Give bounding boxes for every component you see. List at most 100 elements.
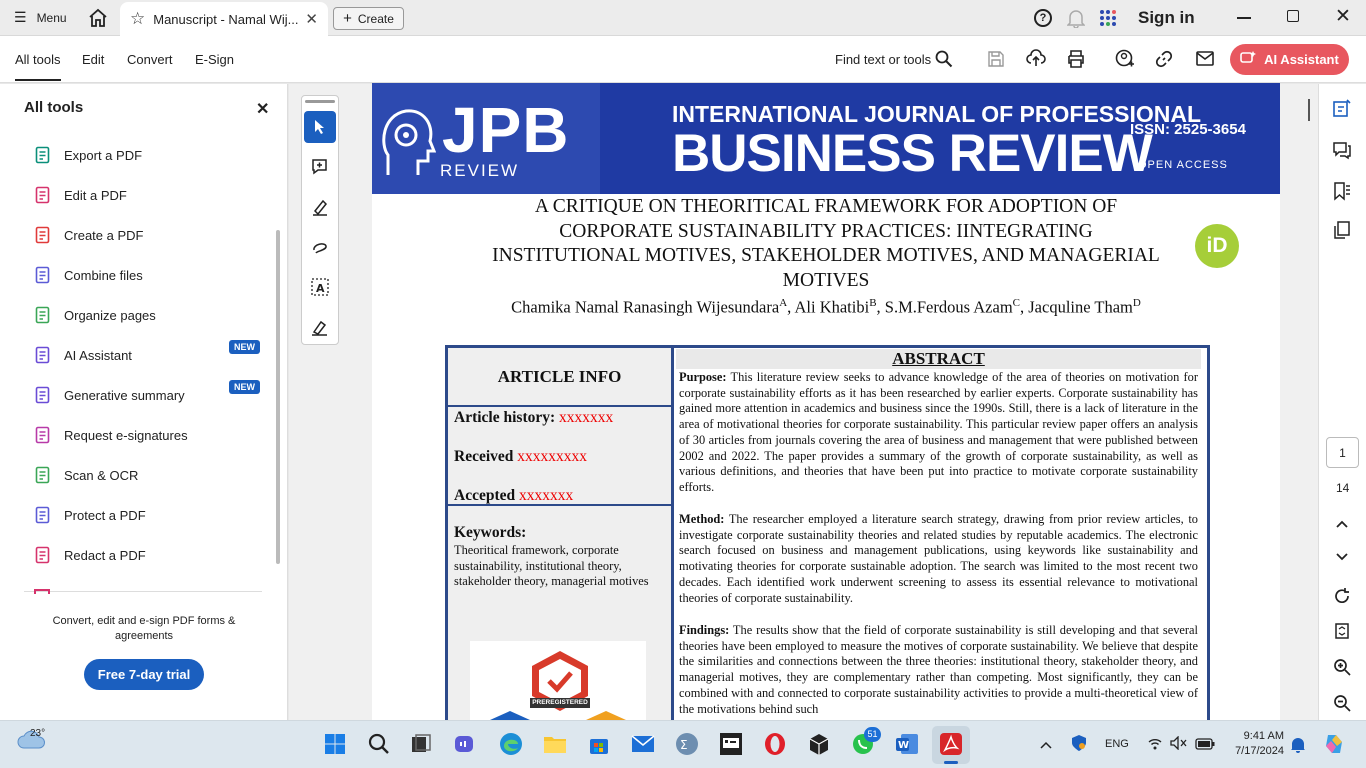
app-box-icon[interactable] — [806, 731, 832, 757]
sign-in-button[interactable]: Sign in — [1138, 8, 1195, 28]
preregistered-badge: PREREGISTERED — [470, 641, 646, 720]
edit-document-icon[interactable] — [1330, 96, 1354, 120]
zoom-in-icon[interactable] — [1330, 655, 1354, 679]
generative-summary-icon — [34, 386, 52, 404]
highlight-pen-icon[interactable] — [304, 191, 336, 223]
tool-item-combine-files[interactable]: Combine files — [34, 265, 143, 285]
create-button[interactable]: + Create — [333, 7, 404, 30]
tool-item-create-a-pdf[interactable]: Create a PDF — [34, 225, 143, 245]
tool-label: Protect a PDF — [64, 507, 146, 523]
tool-item-export-a-pdf[interactable]: Export a PDF — [34, 145, 142, 165]
tool-item-generative-summary[interactable]: Generative summary — [34, 385, 185, 405]
article-history: Article history: xxxxxxx — [454, 409, 614, 426]
ai-assistant-button[interactable]: AI Assistant — [1230, 44, 1349, 75]
file-explorer-icon[interactable] — [542, 731, 568, 757]
link-icon[interactable] — [1155, 50, 1173, 73]
acrobat-icon[interactable] — [938, 731, 964, 757]
whatsapp-badge: 51 — [864, 727, 881, 742]
help-icon[interactable]: ? — [1034, 9, 1052, 27]
tool-item-request-e-signatures[interactable]: Request e-signatures — [34, 425, 188, 445]
abstract-method: Method: The researcher employed a litera… — [679, 512, 1198, 605]
language-indicator[interactable]: ENG — [1105, 738, 1129, 750]
page-number-input[interactable]: 1 — [1326, 437, 1359, 468]
menu-convert[interactable]: Convert — [127, 52, 173, 67]
bookmarks-icon[interactable] — [1330, 179, 1354, 203]
fit-page-icon[interactable] — [1330, 619, 1354, 643]
calculator-app-icon[interactable]: Σ — [674, 731, 700, 757]
volume-muted-icon[interactable] — [1170, 735, 1188, 755]
notification-center-bell-icon[interactable] — [1290, 736, 1306, 758]
windows-start-icon[interactable] — [322, 731, 348, 757]
email-icon[interactable] — [1196, 51, 1214, 71]
tool-label: Organize pages — [64, 307, 156, 323]
save-icon[interactable] — [987, 50, 1005, 73]
print-icon[interactable] — [1066, 50, 1086, 73]
minimize-icon[interactable] — [1237, 17, 1251, 19]
tool-label: Edit a PDF — [64, 187, 127, 203]
battery-icon[interactable] — [1195, 737, 1215, 755]
document-scrollbar[interactable] — [1308, 99, 1310, 121]
draw-freeform-icon[interactable] — [304, 231, 336, 263]
close-window-icon[interactable]: ✕ — [1335, 5, 1351, 28]
mail-icon[interactable] — [630, 731, 656, 757]
tool-item-scan-ocr[interactable]: Scan & OCR — [34, 465, 138, 485]
tool-item-edit-a-pdf[interactable]: Edit a PDF — [34, 185, 127, 205]
menu-all-tools[interactable]: All tools — [15, 52, 61, 81]
tool-label: Generative summary — [64, 387, 185, 403]
home-icon[interactable] — [88, 8, 108, 33]
rotate-icon[interactable] — [1330, 584, 1354, 608]
author-affiliation-mark: D — [1132, 297, 1141, 309]
qr-app-icon[interactable] — [718, 731, 744, 757]
restore-icon[interactable] — [1287, 10, 1299, 22]
wifi-icon[interactable] — [1147, 736, 1163, 755]
apps-grid-icon[interactable] — [1099, 9, 1117, 32]
copilot-preview-icon[interactable] — [1322, 732, 1346, 761]
close-panel-icon[interactable]: ✕ — [256, 99, 269, 119]
tool-item-redact-a-pdf[interactable]: Redact a PDF — [34, 545, 146, 565]
request-esignatures-icon — [34, 426, 52, 444]
panel-scrollbar[interactable] — [276, 230, 280, 564]
pages-thumbnails-icon[interactable] — [1330, 218, 1354, 242]
star-icon[interactable]: ☆ — [130, 9, 145, 29]
sign-pen-icon[interactable] — [304, 311, 336, 343]
chevron-up-icon[interactable] — [1330, 512, 1354, 536]
menu-esign[interactable]: E-Sign — [195, 52, 234, 67]
chevron-down-icon[interactable] — [1330, 545, 1354, 569]
weather-widget[interactable]: 23° — [16, 728, 46, 755]
zoom-out-icon[interactable] — [1330, 691, 1354, 715]
search-icon[interactable] — [935, 50, 953, 73]
edge-browser-icon[interactable] — [498, 731, 524, 757]
opera-browser-icon[interactable] — [762, 731, 788, 757]
security-shield-icon[interactable] — [1071, 734, 1087, 757]
menu-button[interactable]: ☰ Menu — [14, 9, 67, 26]
show-hidden-icons-chevron-icon[interactable] — [1040, 736, 1052, 754]
share-user-icon[interactable] — [1115, 49, 1135, 74]
upload-cloud-icon[interactable] — [1026, 49, 1046, 72]
comments-icon[interactable] — [1330, 138, 1354, 162]
microsoft-store-icon[interactable] — [586, 731, 612, 757]
document-tab[interactable]: ☆ Manuscript - Namal Wij... ✕ — [120, 2, 328, 36]
find-text-button[interactable]: Find text or tools — [835, 52, 931, 67]
tool-item-organize-pages[interactable]: Organize pages — [34, 305, 156, 325]
notification-bell-icon[interactable] — [1066, 8, 1086, 33]
tool-label: Scan & OCR — [64, 467, 139, 483]
free-trial-button[interactable]: Free 7-day trial — [84, 659, 204, 690]
tool-label: Request e-signatures — [64, 427, 188, 443]
task-view-icon[interactable] — [408, 731, 434, 757]
tool-item-protect-a-pdf[interactable]: Protect a PDF — [34, 505, 146, 525]
select-cursor-icon[interactable] — [304, 111, 336, 143]
close-tab-icon[interactable]: ✕ — [305, 10, 318, 28]
system-clock[interactable]: 9:41 AM 7/17/2024 — [1228, 729, 1284, 759]
meet-video-icon[interactable] — [453, 731, 479, 757]
panel-title: All tools — [24, 99, 84, 116]
taskbar-search-icon[interactable] — [366, 731, 392, 757]
text-recognition-icon[interactable]: A — [304, 271, 336, 303]
plus-icon: + — [343, 10, 352, 27]
svg-text:Σ: Σ — [680, 738, 688, 752]
tool-item-ai-assistant[interactable]: AI Assistant — [34, 345, 132, 365]
add-comment-icon[interactable] — [304, 151, 336, 183]
orcid-icon[interactable]: iD — [1195, 224, 1239, 268]
menu-edit[interactable]: Edit — [82, 52, 104, 67]
word-icon[interactable]: W — [894, 731, 920, 757]
issn-label: ISSN: 2525-3654 — [1130, 121, 1246, 138]
